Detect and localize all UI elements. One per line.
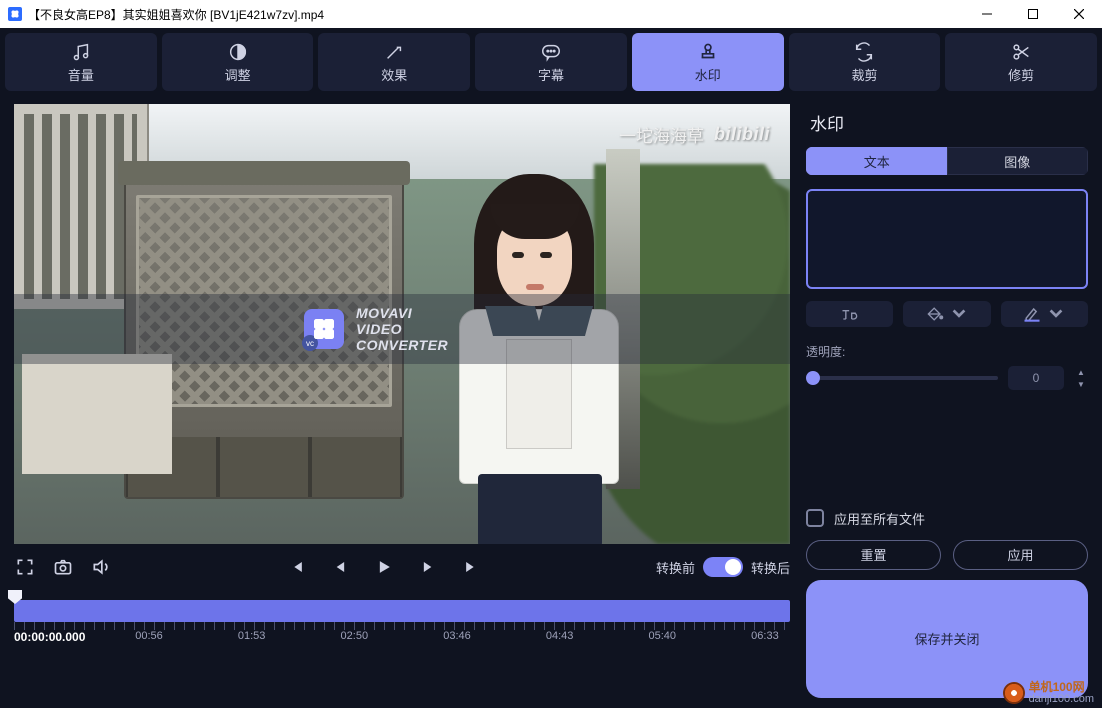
tab-label: 字幕 [538,65,564,84]
tab-label: 调整 [225,65,251,84]
play-button[interactable] [373,556,395,578]
minimize-button[interactable] [964,0,1010,28]
timeline-track[interactable] [14,600,790,622]
watermark-type-segment: 文本 图像 [806,147,1088,175]
save-close-button[interactable]: 保存并关闭 [806,580,1088,699]
panel-heading: 水印 [810,110,1088,135]
titlebar: 【不良女高EP8】其实姐姐喜欢你 [BV1jE421w7zv].mp4 [0,0,1102,28]
opacity-label: 透明度: [806,343,1088,360]
apply-button[interactable]: 应用 [953,540,1088,570]
before-after-toggle: 转换前 转换后 [656,557,790,577]
tab-volume[interactable]: 音量 [5,33,157,91]
step-forward-button[interactable] [417,556,439,578]
step-back-button[interactable] [329,556,351,578]
movavi-logo-text: MOVAVI VIDEO CONVERTER [356,305,448,353]
tab-effects[interactable]: 效果 [318,33,470,91]
close-button[interactable] [1056,0,1102,28]
tab-watermark[interactable]: 水印 [632,33,784,91]
before-after-switch[interactable] [703,557,743,577]
contrast-icon [227,41,249,63]
stepper-up-icon: ▲ [1074,366,1088,378]
opacity-stepper[interactable]: ▲▼ [1074,366,1088,390]
apply-all-label: 应用至所有文件 [834,509,925,528]
timecode: 00:00:00.000 [14,630,91,644]
fullscreen-button[interactable] [14,556,36,578]
music-note-icon [70,41,92,63]
tab-label: 裁剪 [851,65,877,84]
opacity-value[interactable]: 0 [1008,366,1064,390]
mute-button[interactable] [90,556,112,578]
stamp-icon [697,41,719,63]
crop-rotate-icon [853,41,875,63]
bilibili-logo-text: bilibili [714,124,770,145]
opacity-slider[interactable] [806,376,998,380]
timeline-tick-labels: 00:56 01:53 02:50 03:46 04:43 05:40 06:3… [14,630,790,642]
apply-all-checkbox[interactable] [806,509,824,527]
editor-toolbar: 音量 调整 效果 字幕 水印 裁剪 修剪 [0,28,1102,96]
app-icon [8,7,22,21]
next-clip-button[interactable] [461,556,483,578]
video-preview[interactable]: 口 一坨海海草 bilibili vc MOVAVI VID [14,104,790,544]
movavi-logo-icon: vc [304,309,344,349]
tab-adjust[interactable]: 调整 [162,33,314,91]
timeline[interactable]: 00:56 01:53 02:50 03:46 04:43 05:40 06:3… [14,590,790,650]
preview-controls: 转换前 转换后 [14,550,790,584]
snapshot-button[interactable] [52,556,74,578]
segment-image[interactable]: 图像 [947,147,1089,175]
scissors-icon [1010,41,1032,63]
tab-label: 音量 [68,65,94,84]
segment-text[interactable]: 文本 [806,147,947,175]
watermark-panel: 水印 文本 图像 透明度: 0 ▲▼ 应用至所有文件 [800,96,1102,708]
reset-button[interactable]: 重置 [806,540,941,570]
tab-trim[interactable]: 修剪 [945,33,1097,91]
trial-watermark-overlay: vc MOVAVI VIDEO CONVERTER [14,294,790,364]
prev-clip-button[interactable] [285,556,307,578]
watermark-text-input[interactable] [806,189,1088,289]
after-label: 转换后 [751,558,790,577]
maximize-button[interactable] [1010,0,1056,28]
tab-label: 效果 [381,65,407,84]
video-corner-overlay: 一坨海海草 bilibili [619,122,770,147]
uploader-name: 一坨海海草 [619,122,704,147]
outline-color-button[interactable] [1001,301,1088,327]
font-style-button[interactable] [806,301,893,327]
window-title: 【不良女高EP8】其实姐姐喜欢你 [BV1jE421w7zv].mp4 [28,6,964,23]
before-label: 转换前 [656,558,695,577]
timeline-ticks [14,622,790,630]
speech-bubble-icon [540,41,562,63]
tab-crop[interactable]: 裁剪 [789,33,941,91]
magic-wand-icon [383,41,405,63]
fill-color-button[interactable] [903,301,990,327]
tab-label: 修剪 [1008,65,1034,84]
stepper-down-icon: ▼ [1074,378,1088,390]
tab-label: 水印 [695,65,721,84]
tab-subtitle[interactable]: 字幕 [475,33,627,91]
